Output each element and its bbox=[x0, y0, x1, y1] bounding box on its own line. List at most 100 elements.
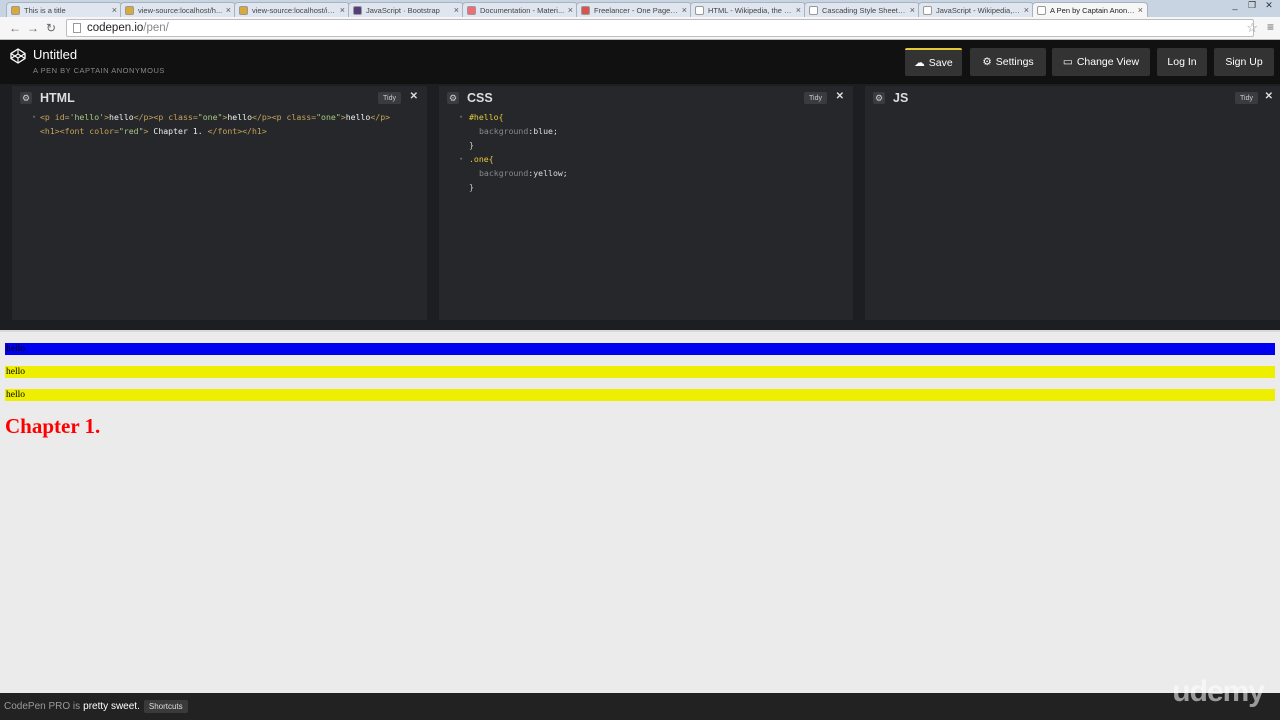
left-edge-handle[interactable] bbox=[0, 84, 8, 330]
change-view-button[interactable]: ▭ Change View bbox=[1052, 48, 1150, 76]
code-line: background:blue; bbox=[469, 124, 853, 138]
gear-icon[interactable]: ⚙ bbox=[873, 92, 885, 104]
window-controls: _ ❐ ✕ bbox=[1228, 0, 1276, 11]
save-button[interactable]: ☁ Save bbox=[905, 48, 962, 76]
bootstrap-icon bbox=[353, 5, 362, 15]
tab-close-icon[interactable]: × bbox=[568, 5, 573, 15]
browser-tab-title: This is a title bbox=[24, 5, 66, 15]
fold-arrow-icon[interactable]: ▾ bbox=[459, 152, 463, 166]
tab-close-icon[interactable]: × bbox=[796, 5, 801, 15]
forward-icon[interactable]: → bbox=[24, 21, 42, 35]
code-line: background:yellow; bbox=[469, 166, 853, 180]
close-icon[interactable]: ✕ bbox=[410, 91, 418, 102]
editor-resize-handle[interactable] bbox=[429, 84, 437, 330]
login-button[interactable]: Log In bbox=[1157, 48, 1207, 76]
udemy-watermark: udemy bbox=[1172, 675, 1265, 708]
reload-icon[interactable]: ↻ bbox=[42, 21, 60, 35]
preview-heading: Chapter 1. bbox=[5, 414, 101, 438]
shortcuts-button[interactable]: Shortcuts bbox=[143, 700, 188, 713]
tidy-button[interactable]: Tidy bbox=[1235, 92, 1258, 104]
wikipedia-icon bbox=[809, 5, 818, 15]
close-icon[interactable]: ✕ bbox=[1265, 91, 1273, 102]
html-editor[interactable]: ⚙ HTML Tidy ✕ ▾ <p id='hello'>hello</p><… bbox=[12, 86, 427, 320]
code-token: Chapter 1. bbox=[148, 126, 208, 136]
fold-arrow-icon[interactable]: ▾ bbox=[459, 110, 463, 124]
code-line: } bbox=[469, 180, 853, 194]
url-host: codepen.io bbox=[87, 22, 144, 34]
tab-close-icon[interactable]: × bbox=[340, 5, 345, 15]
browser-tab[interactable]: HTML - Wikipedia, the fr... × bbox=[690, 2, 806, 17]
css-code[interactable]: ▾ #hello{ background:blue; } ▾ .one{ bac… bbox=[439, 110, 853, 194]
back-icon[interactable]: ← bbox=[6, 21, 24, 35]
tab-close-icon[interactable]: × bbox=[1024, 5, 1029, 15]
browser-tab-title: A Pen by Captain Anony... bbox=[1050, 5, 1135, 15]
tab-close-icon[interactable]: × bbox=[910, 5, 915, 15]
tab-close-icon[interactable]: × bbox=[682, 5, 687, 15]
code-token: <h1><font color= bbox=[40, 126, 119, 136]
pro-text[interactable]: CodePen PRO is bbox=[4, 701, 80, 712]
tab-close-icon[interactable]: × bbox=[112, 5, 117, 15]
menu-icon[interactable]: ≡ bbox=[1267, 20, 1274, 34]
browser-tab-title: view-source:localhost/h... bbox=[138, 5, 223, 15]
browser-tab[interactable]: view-source:localhost/h... × bbox=[120, 2, 236, 17]
pen-author: A PEN BY CAPTAIN ANONYMOUS bbox=[33, 66, 165, 75]
sweet-text[interactable]: pretty sweet. bbox=[83, 701, 140, 712]
tab-close-icon[interactable]: × bbox=[454, 5, 459, 15]
tidy-button[interactable]: Tidy bbox=[378, 92, 401, 104]
tab-close-icon[interactable]: × bbox=[1138, 5, 1143, 15]
code-token: .one{ bbox=[469, 154, 494, 164]
html-file-icon bbox=[11, 5, 20, 15]
login-label: Log In bbox=[1167, 56, 1197, 68]
code-token: "red" bbox=[118, 126, 144, 136]
browser-tab[interactable]: JavaScript · Bootstrap × bbox=[348, 2, 464, 17]
minimize-icon[interactable]: _ bbox=[1228, 0, 1242, 11]
url-path: /pen/ bbox=[143, 22, 169, 34]
code-token: hello bbox=[109, 112, 134, 122]
page-icon bbox=[73, 23, 81, 33]
code-line: .one{ bbox=[469, 152, 853, 166]
html-code[interactable]: ▾ <p id='hello'>hello</p><p class="one">… bbox=[12, 110, 427, 138]
close-window-icon[interactable]: ✕ bbox=[1262, 0, 1276, 11]
change-view-label: Change View bbox=[1076, 56, 1140, 68]
editor-resize-handle[interactable] bbox=[855, 84, 863, 330]
code-token: <p id= bbox=[40, 112, 70, 122]
preview-paragraph-one: hello bbox=[5, 389, 1275, 401]
browser-tab[interactable]: Freelancer - One Page T... × bbox=[576, 2, 692, 17]
browser-tab-bar: This is a title × view-source:localhost/h.… bbox=[0, 0, 1280, 17]
js-editor[interactable]: ⚙ JS Tidy ✕ bbox=[865, 86, 1280, 320]
code-token: </p> bbox=[370, 112, 391, 122]
restore-icon[interactable]: ❐ bbox=[1245, 0, 1259, 11]
code-token: :blue; bbox=[528, 126, 558, 136]
browser-tab[interactable]: Documentation - Materi... × bbox=[462, 2, 578, 17]
code-token: hello bbox=[345, 112, 371, 122]
code-line: } bbox=[469, 138, 853, 152]
fold-arrow-icon[interactable]: ▾ bbox=[32, 110, 36, 124]
code-token: "one" bbox=[197, 112, 223, 122]
tidy-button[interactable]: Tidy bbox=[804, 92, 827, 104]
browser-tab[interactable]: JavaScript - Wikipedia, t... × bbox=[918, 2, 1034, 17]
preview-paragraph-hello: hello bbox=[5, 343, 1275, 355]
pen-title[interactable]: Untitled bbox=[33, 47, 77, 62]
save-label: Save bbox=[928, 57, 953, 69]
browser-tab[interactable]: A Pen by Captain Anony... × bbox=[1032, 2, 1148, 17]
address-bar[interactable]: codepen.io/pen/ bbox=[66, 19, 1254, 37]
code-token: background bbox=[479, 168, 529, 178]
code-token: #hello{ bbox=[469, 112, 504, 122]
settings-button[interactable]: ⚙ Settings bbox=[970, 48, 1046, 76]
bookmark-star-icon[interactable]: ☆ bbox=[1246, 20, 1258, 36]
result-preview[interactable]: hello hello hello Chapter 1. bbox=[0, 330, 1280, 693]
tab-close-icon[interactable]: × bbox=[226, 5, 231, 15]
html-editor-title: HTML bbox=[40, 91, 75, 105]
close-icon[interactable]: ✕ bbox=[836, 91, 844, 102]
preview-paragraph-one: hello bbox=[5, 366, 1275, 378]
gear-icon[interactable]: ⚙ bbox=[20, 92, 32, 104]
codepen-logo-icon[interactable] bbox=[10, 48, 26, 64]
browser-tab[interactable]: view-source:localhost/in... × bbox=[234, 2, 350, 17]
css-editor[interactable]: ⚙ CSS Tidy ✕ ▾ #hello{ background:blue; … bbox=[439, 86, 853, 320]
browser-tab[interactable]: Cascading Style Sheets... × bbox=[804, 2, 920, 17]
css-editor-header: ⚙ CSS Tidy ✕ bbox=[439, 86, 853, 110]
code-line: <h1><font color="red"> Chapter 1. </font… bbox=[40, 124, 427, 138]
signup-button[interactable]: Sign Up bbox=[1214, 48, 1274, 76]
gear-icon[interactable]: ⚙ bbox=[447, 92, 459, 104]
browser-tab[interactable]: This is a title × bbox=[6, 2, 122, 17]
